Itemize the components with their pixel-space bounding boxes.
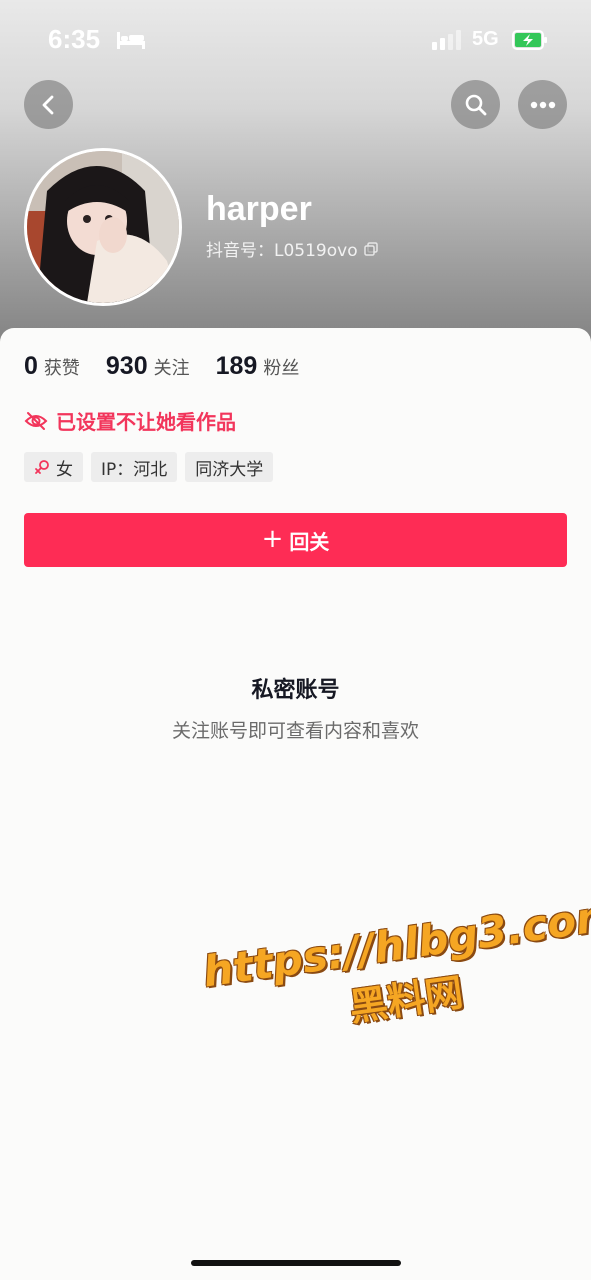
douyin-id: 抖音号：L0519ovo — [206, 241, 358, 261]
back-button[interactable] — [24, 80, 73, 129]
avatar-image — [27, 151, 179, 303]
profile-tags: 女 IP：河北 同济大学 — [24, 452, 274, 482]
search-button[interactable] — [451, 80, 500, 129]
battery-charging-icon — [512, 30, 547, 50]
stat-value: 0 — [24, 352, 38, 380]
tag-ip-label: IP：河北 — [101, 459, 168, 480]
copy-icon[interactable] — [363, 241, 378, 256]
back-icon — [42, 95, 53, 114]
restriction-notice[interactable]: 已设置不让她看作品 — [24, 406, 236, 435]
stat-value: 189 — [215, 352, 258, 380]
stat-label: 获赞 — [43, 358, 80, 379]
stat-label: 关注 — [153, 358, 190, 379]
network-label: 5G — [472, 28, 499, 50]
tag-school-label: 同济大学 — [195, 459, 264, 480]
stat-following[interactable]: 930 关注 — [106, 352, 190, 381]
tag-ip: IP：河北 — [91, 452, 178, 482]
status-time: 6:35 — [48, 24, 101, 54]
tag-school[interactable]: 同济大学 — [185, 452, 274, 482]
home-indicator[interactable] — [191, 1260, 401, 1266]
plus-icon: + — [261, 524, 284, 554]
tag-gender-label: 女 — [56, 459, 73, 480]
stat-value: 930 — [105, 352, 148, 380]
private-account-title: 私密账号 — [251, 678, 340, 703]
signal-icon — [432, 30, 461, 50]
follow-back-label: 回关 — [289, 529, 330, 554]
profile-stats: 0 获赞 930 关注 189 粉丝 — [24, 352, 325, 381]
stat-likes: 0 获赞 — [24, 352, 80, 381]
restriction-text: 已设置不让她看作品 — [56, 410, 236, 434]
stat-label: 粉丝 — [263, 358, 300, 379]
username: harper — [206, 190, 312, 228]
more-button[interactable] — [518, 80, 567, 129]
status-bar: 6:35 5G — [0, 0, 591, 80]
eye-off-icon — [24, 411, 48, 430]
follow-back-button[interactable]: + 回关 — [24, 513, 567, 567]
avatar[interactable] — [24, 148, 182, 306]
private-account-subtitle: 关注账号即可查看内容和喜欢 — [171, 720, 419, 742]
bed-icon — [117, 32, 145, 49]
female-icon — [35, 460, 49, 474]
douyin-id-row[interactable]: 抖音号：L0519ovo — [206, 236, 378, 261]
tag-gender: 女 — [24, 452, 83, 482]
search-icon — [465, 94, 486, 115]
stat-followers[interactable]: 189 粉丝 — [216, 352, 300, 381]
more-icon — [530, 101, 555, 108]
